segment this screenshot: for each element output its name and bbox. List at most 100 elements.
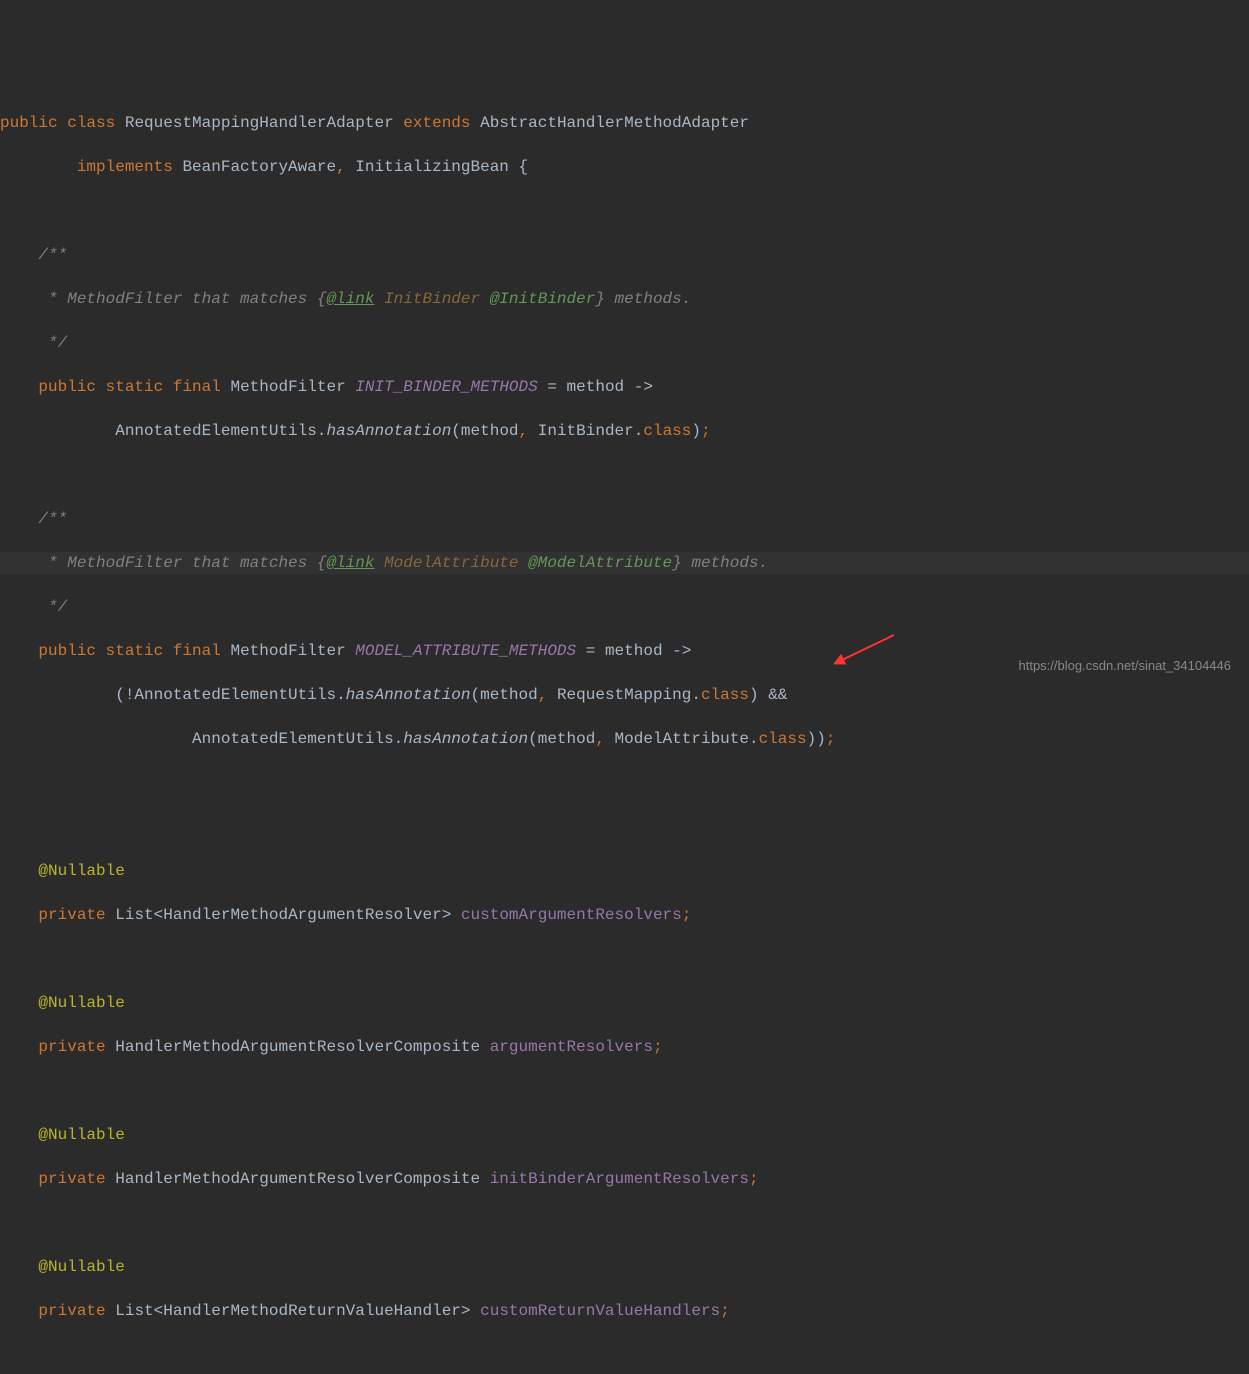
code-line[interactable]: implements BeanFactoryAware, Initializin…	[0, 156, 1249, 178]
keyword: public	[0, 114, 58, 132]
code-line[interactable]: * MethodFilter that matches {@link InitB…	[0, 288, 1249, 310]
code-line[interactable]: (!AnnotatedElementUtils.hasAnnotation(me…	[0, 684, 1249, 706]
javadoc-start: /**	[38, 246, 67, 264]
code-line[interactable]: AnnotatedElementUtils.hasAnnotation(meth…	[0, 420, 1249, 442]
code-line[interactable]	[0, 948, 1249, 970]
annotation: @Nullable	[38, 862, 124, 880]
code-line[interactable]	[0, 1212, 1249, 1234]
keyword: private	[38, 1302, 105, 1320]
keyword: class	[67, 114, 115, 132]
type-name: HandlerMethodArgumentResolverComposite	[115, 1170, 480, 1188]
javadoc-text	[374, 554, 384, 572]
punctuation: ;	[701, 422, 711, 440]
class-ref: RequestMapping	[557, 686, 691, 704]
punctuation: ;	[749, 1170, 759, 1188]
punctuation: ;	[653, 1038, 663, 1056]
code-line[interactable]	[0, 1080, 1249, 1102]
javadoc-text: * MethodFilter that matches {	[38, 290, 326, 308]
code-line[interactable]: /**	[0, 508, 1249, 530]
code-line[interactable]: private HandlerMethodArgumentResolverCom…	[0, 1036, 1249, 1058]
javadoc-link-tag: @link	[326, 554, 374, 572]
class-name: AbstractHandlerMethodAdapter	[480, 114, 749, 132]
keyword: class	[759, 730, 807, 748]
field-name: customArgumentResolvers	[461, 906, 682, 924]
code-line[interactable]: public static final MethodFilter INIT_BI…	[0, 376, 1249, 398]
field-name: customReturnValueHandlers	[480, 1302, 720, 1320]
javadoc-text	[519, 554, 529, 572]
code-line[interactable]	[0, 464, 1249, 486]
javadoc-text	[374, 290, 384, 308]
static-field: MODEL_ATTRIBUTE_METHODS	[355, 642, 576, 660]
type-name: MethodFilter	[230, 642, 345, 660]
param: method	[538, 730, 596, 748]
punctuation: ;	[682, 906, 692, 924]
keyword: private	[38, 906, 105, 924]
code-text: = method ->	[538, 378, 653, 396]
interface-name: InitializingBean	[355, 158, 509, 176]
method-call: hasAnnotation	[403, 730, 528, 748]
punctuation: ,	[595, 730, 605, 748]
type-name: MethodFilter	[230, 378, 345, 396]
javadoc-text: } methods.	[595, 290, 691, 308]
code-line[interactable]: private List<HandlerMethodArgumentResolv…	[0, 904, 1249, 926]
interface-name: BeanFactoryAware	[182, 158, 336, 176]
javadoc-link-tag: @link	[326, 290, 374, 308]
annotation: @Nullable	[38, 1258, 124, 1276]
code-line-highlighted[interactable]: * MethodFilter that matches {@link Model…	[0, 552, 1249, 574]
class-ref: AnnotatedElementUtils	[115, 422, 317, 440]
javadoc-text: } methods.	[672, 554, 768, 572]
code-line[interactable]: private HandlerMethodArgumentResolverCom…	[0, 1168, 1249, 1190]
type-name: List<HandlerMethodReturnValueHandler>	[115, 1302, 470, 1320]
code-line[interactable]: @Nullable	[0, 1256, 1249, 1278]
keyword: static	[106, 642, 164, 660]
punctuation: ;	[720, 1302, 730, 1320]
class-ref: InitBinder	[538, 422, 634, 440]
code-line[interactable]: @Nullable	[0, 860, 1249, 882]
code-line[interactable]: public class RequestMappingHandlerAdapte…	[0, 112, 1249, 134]
param: method	[480, 686, 538, 704]
code-text: = method ->	[576, 642, 691, 660]
javadoc-link-type: ModelAttribute	[384, 554, 518, 572]
code-line[interactable]: /**	[0, 244, 1249, 266]
watermark-text: https://blog.csdn.net/sinat_34104446	[1019, 655, 1232, 677]
code-line[interactable]: AnnotatedElementUtils.hasAnnotation(meth…	[0, 728, 1249, 750]
javadoc-link-ref: @ModelAttribute	[528, 554, 672, 572]
code-line[interactable]: private List<HandlerMethodReturnValueHan…	[0, 1300, 1249, 1322]
class-ref: AnnotatedElementUtils	[134, 686, 336, 704]
code-line[interactable]: */	[0, 332, 1249, 354]
javadoc-end: */	[38, 598, 67, 616]
static-field: INIT_BINDER_METHODS	[355, 378, 537, 396]
code-line[interactable]: @Nullable	[0, 992, 1249, 1014]
keyword: implements	[77, 158, 173, 176]
keyword: private	[38, 1038, 105, 1056]
code-line[interactable]	[0, 772, 1249, 794]
code-line[interactable]: @Nullable	[0, 1124, 1249, 1146]
method-call: hasAnnotation	[326, 422, 451, 440]
code-line[interactable]	[0, 816, 1249, 838]
keyword: static	[106, 378, 164, 396]
keyword: final	[173, 378, 221, 396]
keyword: private	[38, 1170, 105, 1188]
method-call: hasAnnotation	[346, 686, 471, 704]
annotation: @Nullable	[38, 1126, 124, 1144]
javadoc-link-type: InitBinder	[384, 290, 480, 308]
param: method	[461, 422, 519, 440]
code-line[interactable]	[0, 1344, 1249, 1366]
code-line[interactable]: */	[0, 596, 1249, 618]
type-name: List<HandlerMethodArgumentResolver>	[115, 906, 451, 924]
keyword: final	[173, 642, 221, 660]
keyword: public	[38, 378, 96, 396]
field-name: argumentResolvers	[490, 1038, 653, 1056]
class-name: RequestMappingHandlerAdapter	[125, 114, 394, 132]
javadoc-start: /**	[38, 510, 67, 528]
keyword: extends	[403, 114, 470, 132]
javadoc-text: * MethodFilter that matches {	[38, 554, 326, 572]
keyword: class	[643, 422, 691, 440]
field-name: initBinderArgumentResolvers	[490, 1170, 749, 1188]
punctuation: ,	[519, 422, 529, 440]
code-line[interactable]	[0, 200, 1249, 222]
operator: &&	[759, 686, 788, 704]
code-editor[interactable]: public class RequestMappingHandlerAdapte…	[0, 88, 1249, 1374]
keyword: public	[38, 642, 96, 660]
javadoc-end: */	[38, 334, 67, 352]
